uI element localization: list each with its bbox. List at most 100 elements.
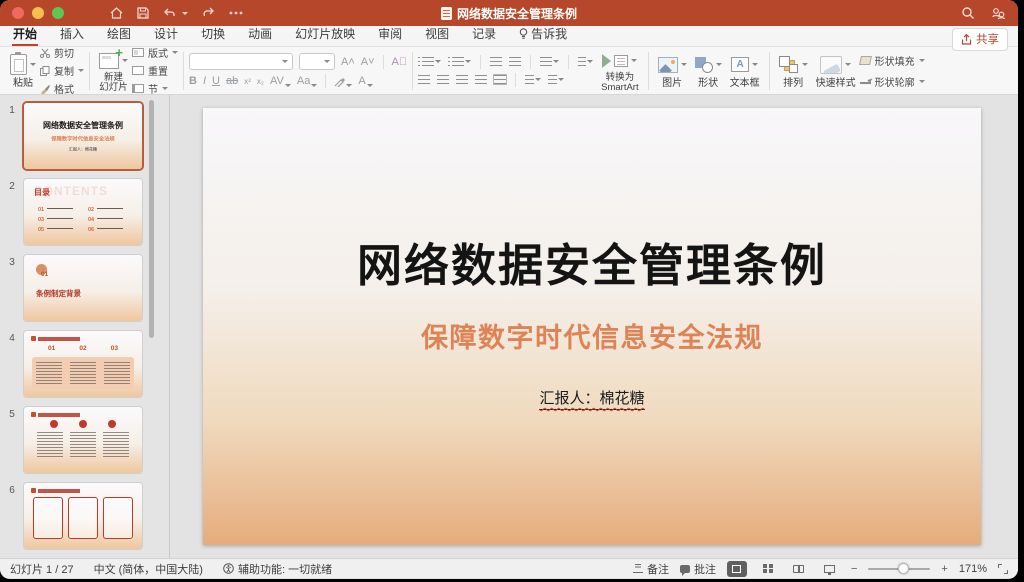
search-icon[interactable] <box>961 6 975 20</box>
comments-button[interactable]: 批注 <box>679 561 716 577</box>
zoom-level[interactable]: 171% <box>959 563 987 575</box>
slideshow-button[interactable] <box>820 561 840 577</box>
line-spacing-button[interactable] <box>540 57 560 66</box>
arrange-button[interactable]: 排列 <box>775 49 812 93</box>
strikethrough-button[interactable]: ab <box>226 75 238 87</box>
slide-presenter-text[interactable]: 汇报人：棉花糖 <box>539 387 645 410</box>
close-button[interactable] <box>12 7 24 19</box>
shape-outline-button[interactable]: 形状轮廓 <box>859 74 925 89</box>
tab-transitions[interactable]: 切换 <box>200 23 226 46</box>
textbox-button[interactable]: A 文本框 <box>726 49 764 93</box>
align-right-button[interactable] <box>456 75 469 84</box>
tab-draw[interactable]: 绘图 <box>106 23 132 46</box>
format-painter-label: 格式 <box>54 85 74 96</box>
thumbnail-slide-4[interactable]: 01 02 03 <box>24 331 142 397</box>
increase-indent-button[interactable] <box>509 57 522 66</box>
section-button[interactable]: 节 <box>132 81 178 96</box>
highlight-button[interactable] <box>334 76 353 87</box>
font-size-select[interactable] <box>299 53 335 70</box>
normal-view-button[interactable] <box>726 560 747 577</box>
minimize-button[interactable] <box>32 7 44 19</box>
tab-slideshow[interactable]: 幻灯片放映 <box>294 23 356 46</box>
layout-button[interactable]: 版式 <box>132 45 178 60</box>
scissors-icon <box>40 48 50 58</box>
zoom-out-button[interactable]: − <box>851 563 857 575</box>
paste-button[interactable]: 粘贴 <box>6 49 40 93</box>
thumb3-badge: 01 <box>41 271 49 278</box>
shapes-button[interactable]: 形状 <box>691 49 726 93</box>
paste-icon <box>10 52 27 75</box>
numbering-button[interactable] <box>448 57 472 66</box>
tab-insert[interactable]: 插入 <box>59 23 85 46</box>
presence-icon[interactable] <box>991 6 1006 20</box>
slide-sorter-button[interactable] <box>758 561 778 577</box>
new-slide-label-2: 幻灯片 <box>99 81 128 93</box>
font-color-button[interactable]: A <box>358 75 373 87</box>
justify-button[interactable] <box>475 75 488 84</box>
thumbnail-slide-1[interactable]: 网络数据安全管理条例 保障数字时代信息安全法规 汇报人：棉花糖 <box>24 103 142 169</box>
thumbnail-slide-3[interactable]: 01 条例制定背景 <box>24 255 142 321</box>
more-options-icon[interactable] <box>229 11 243 15</box>
tab-review[interactable]: 审阅 <box>377 23 403 46</box>
format-painter-button[interactable]: 格式 <box>40 81 84 96</box>
slide-subtitle-text[interactable]: 保障数字时代信息安全法规 <box>203 316 981 355</box>
quick-styles-button[interactable]: 快速样式 <box>812 49 860 93</box>
thumbnail-scrollbar[interactable] <box>149 100 154 338</box>
language-indicator[interactable]: 中文 (简体，中国大陆) <box>94 561 203 577</box>
tab-design[interactable]: 设计 <box>153 23 179 46</box>
underline-button[interactable]: U <box>212 75 220 87</box>
change-case-button[interactable]: Aa <box>297 75 318 87</box>
decrease-indent-button[interactable] <box>490 57 503 66</box>
copy-button[interactable]: 复制 <box>40 63 84 78</box>
align-center-button[interactable] <box>437 75 450 84</box>
bullets-button[interactable] <box>418 57 442 66</box>
shape-fill-button[interactable]: 形状填充 <box>858 53 925 68</box>
slide-sorter-icon <box>763 563 773 574</box>
thumbnail-slide-6[interactable] <box>24 483 142 549</box>
columns-button[interactable] <box>578 57 594 66</box>
align-left-button[interactable] <box>418 75 431 84</box>
reset-button[interactable]: 重置 <box>132 63 178 78</box>
grow-font-button[interactable]: A˄ <box>341 56 355 68</box>
tab-home[interactable]: 开始 <box>12 23 39 46</box>
distribute-button[interactable] <box>493 74 508 85</box>
share-button[interactable]: 共享 <box>952 28 1008 51</box>
fit-to-window-icon[interactable] <box>998 563 1008 574</box>
undo-icon[interactable] <box>163 7 188 19</box>
tab-animations[interactable]: 动画 <box>247 23 273 46</box>
slide-title-text[interactable]: 网络数据安全管理条例 <box>203 229 981 294</box>
align-text-button[interactable] <box>548 75 565 84</box>
thumbnail-slide-5[interactable] <box>24 407 142 473</box>
shrink-font-button[interactable]: A˅ <box>361 56 375 68</box>
notes-button[interactable]: 备注 <box>632 561 669 577</box>
save-icon[interactable] <box>137 7 149 19</box>
tab-view[interactable]: 视图 <box>424 23 450 46</box>
zoom-slider-knob[interactable] <box>898 562 910 574</box>
slide-canvas[interactable]: 网络数据安全管理条例 保障数字时代信息安全法规 汇报人：棉花糖 <box>203 108 981 545</box>
bold-button[interactable]: B <box>189 75 197 87</box>
superscript-button[interactable]: x² <box>244 77 251 86</box>
clear-formatting-button[interactable]: A⃠ <box>392 56 408 68</box>
cut-button[interactable]: 剪切 <box>40 45 84 60</box>
convert-smartart-button[interactable]: 转换为 SmartArt <box>597 49 642 93</box>
text-direction-button[interactable] <box>525 75 542 84</box>
font-name-select[interactable] <box>189 53 293 70</box>
accessibility-status[interactable]: 辅助功能: 一切就绪 <box>223 561 332 577</box>
toc-num: 01 <box>38 207 45 213</box>
redo-icon[interactable] <box>202 7 215 19</box>
character-spacing-button[interactable]: AV <box>270 75 291 87</box>
reading-view-button[interactable] <box>789 561 809 577</box>
home-icon[interactable] <box>110 7 123 19</box>
italic-button[interactable]: I <box>203 75 206 87</box>
picture-button[interactable]: 图片 <box>654 49 691 93</box>
zoom-in-button[interactable]: + <box>941 563 947 575</box>
fullscreen-button[interactable] <box>52 7 64 19</box>
subscript-button[interactable]: x₂ <box>257 77 264 86</box>
zoom-slider[interactable] <box>868 562 931 574</box>
tab-tellme[interactable]: 告诉我 <box>518 23 568 46</box>
font-color-glyph: A <box>358 75 366 87</box>
undo-caret-icon[interactable] <box>182 11 188 15</box>
new-slide-button[interactable]: 新建幻灯片 <box>95 45 132 93</box>
tab-record[interactable]: 记录 <box>471 23 497 46</box>
thumbnail-slide-2[interactable]: CONTENTS 目录 01 02 03 04 05 06 <box>24 179 142 245</box>
